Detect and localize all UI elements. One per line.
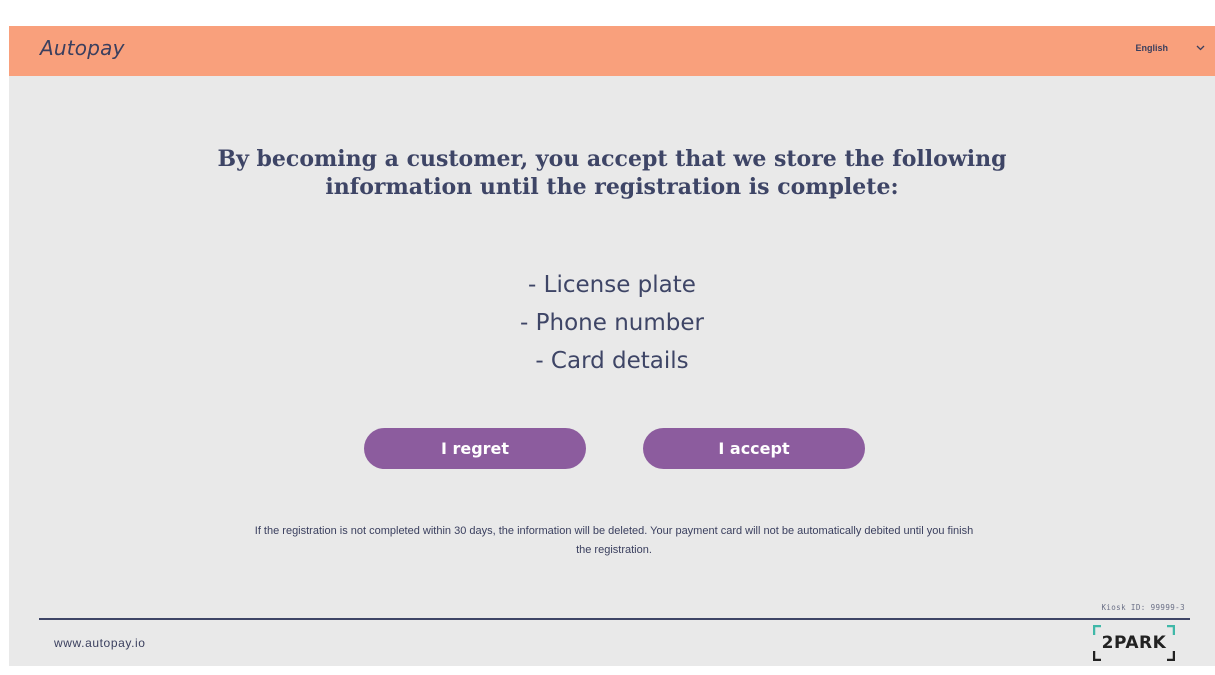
language-label: English [1135, 43, 1168, 53]
chevron-down-icon [1196, 45, 1205, 51]
autopay-logo: Autopay [40, 36, 125, 60]
top-bar: Autopay English [9, 26, 1215, 76]
stored-info-list: - License plate - Phone number - Card de… [9, 266, 1215, 380]
footer-divider [39, 618, 1190, 620]
list-item-phone-number: - Phone number [520, 310, 704, 336]
heading-line-1: By becoming a customer, you accept that … [217, 146, 1007, 172]
consent-heading: By becoming a customer, you accept that … [9, 145, 1215, 201]
list-item-card-details: - Card details [535, 348, 689, 374]
regret-button[interactable]: I regret [364, 428, 586, 469]
list-item-license-plate: - License plate [528, 272, 696, 298]
kiosk-screen: Autopay English By becoming a customer, … [9, 26, 1215, 666]
accept-button[interactable]: I accept [643, 428, 865, 469]
website-link: www.autopay.io [54, 636, 146, 650]
language-selector[interactable]: English [1135, 43, 1205, 53]
2park-logo-text: 2PARK [1101, 633, 1167, 653]
heading-line-2: information until the registration is co… [325, 174, 899, 200]
notice-line-2: the registration. [576, 544, 652, 556]
2park-logo: 2PARK [1093, 625, 1175, 661]
kiosk-id: Kiosk ID: 99999-3 [1101, 603, 1185, 612]
registration-notice: If the registration is not completed wit… [189, 522, 1039, 560]
notice-line-1: If the registration is not completed wit… [254, 525, 974, 537]
